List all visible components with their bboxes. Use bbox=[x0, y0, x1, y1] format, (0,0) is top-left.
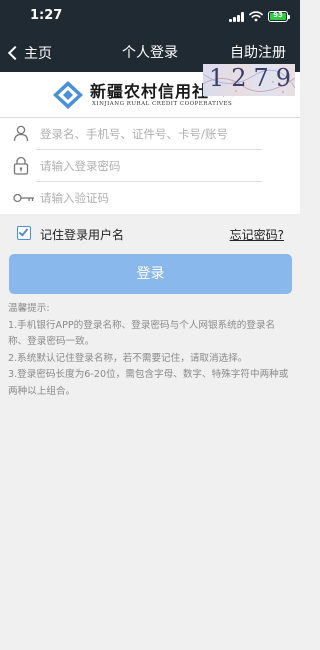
captcha-image[interactable]: 1279 bbox=[203, 64, 295, 96]
captcha-code: 1279 bbox=[209, 64, 295, 92]
password-input[interactable] bbox=[40, 150, 260, 182]
logo-subtitle: XINJIANG RURAL CREDIT COOPERATIVES bbox=[92, 101, 233, 107]
checkmark-icon bbox=[18, 226, 29, 237]
back-label: 主页 bbox=[24, 46, 52, 62]
signal-icon bbox=[229, 12, 245, 22]
remember-checkbox[interactable] bbox=[17, 226, 31, 240]
captcha-input[interactable] bbox=[40, 182, 190, 214]
back-button[interactable]: 主页 bbox=[6, 34, 52, 72]
username-row bbox=[0, 118, 300, 150]
tip-item: 1.手机银行APP的登录名称、登录密码与个人网银系统的登录名称、登录密码一致。 bbox=[8, 319, 276, 348]
tip-item: 2.系统默认记住登录名称，若不需要记住，请取消选择。 bbox=[8, 352, 248, 364]
wifi-icon bbox=[249, 11, 263, 22]
remember-row: 记住登录用户名 忘记密码? bbox=[0, 214, 300, 254]
tip-item: 3.登录密码长度为6-20位，需包含字母、数字、特殊字符中两种或两种以上组合。 bbox=[8, 369, 289, 397]
tips-title: 温馨提示: bbox=[8, 303, 50, 314]
status-bar: 1:27 93 bbox=[0, 0, 300, 34]
battery-level: 93 bbox=[273, 11, 283, 19]
key-icon bbox=[13, 193, 34, 203]
status-time: 1:27 bbox=[30, 8, 63, 23]
bank-logo-icon bbox=[53, 81, 83, 109]
lock-icon bbox=[13, 156, 29, 175]
user-icon bbox=[13, 125, 29, 142]
remember-label: 记住登录用户名 bbox=[40, 228, 125, 242]
login-button[interactable]: 登录 bbox=[9, 254, 292, 294]
username-input[interactable] bbox=[40, 118, 280, 150]
login-form bbox=[0, 118, 300, 214]
tips-section: 温馨提示: 1.手机银行APP的登录名称、登录密码与个人网银系统的登录名称、登录… bbox=[8, 301, 294, 400]
battery-icon: 93 bbox=[268, 11, 290, 22]
forgot-password-link[interactable]: 忘记密码? bbox=[230, 226, 284, 243]
password-row bbox=[0, 150, 300, 182]
logo-title: 新疆农村信用社 bbox=[90, 82, 210, 101]
chevron-left-icon bbox=[7, 45, 23, 61]
captcha-row bbox=[0, 182, 300, 214]
